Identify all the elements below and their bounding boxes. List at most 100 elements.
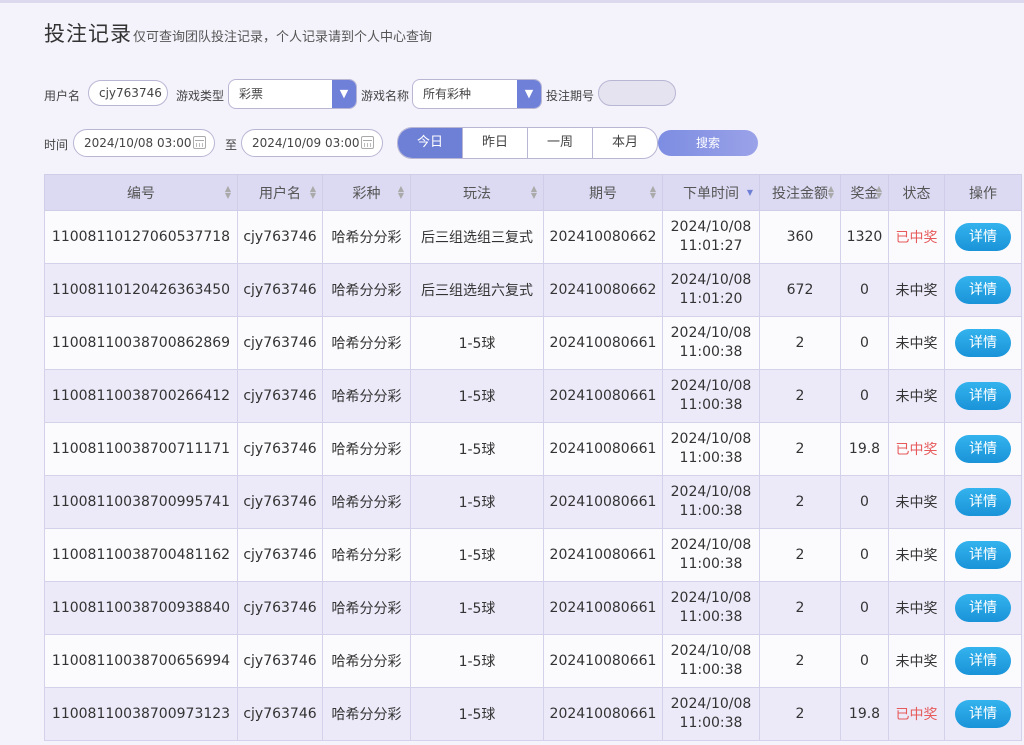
sort-icon[interactable]: ▲ ▼	[650, 185, 656, 200]
column-header-prize[interactable]: 奖金 ▲ ▼	[840, 174, 889, 211]
detail-button[interactable]: 详情	[955, 382, 1011, 410]
cell-user: cjy763746	[237, 263, 323, 317]
tab-month[interactable]: 本月	[592, 128, 657, 158]
order-clock-time: 11:01:20	[679, 291, 743, 307]
end-time-value: 2024/10/09 03:00	[252, 136, 360, 150]
tab-yesterday[interactable]: 昨日	[462, 128, 527, 158]
period-input[interactable]	[598, 80, 676, 106]
cell-id: 11008110038700862869	[44, 316, 238, 370]
cell-id: 11008110120426363450	[44, 263, 238, 317]
chevron-down-icon[interactable]: ▼	[332, 80, 356, 108]
detail-button[interactable]: 详情	[955, 700, 1011, 728]
cell-period: 202410080661	[543, 475, 663, 529]
column-header-period[interactable]: 期号 ▲ ▼	[543, 174, 663, 211]
cell-prize: 1320	[840, 210, 889, 264]
cell-play: 1-5球	[410, 528, 544, 582]
cell-amount: 2	[759, 422, 841, 476]
column-header-amount[interactable]: 投注金额 ▲ ▼	[759, 174, 841, 211]
game-name-label: 游戏名称	[361, 89, 410, 103]
cell-period: 202410080661	[543, 369, 663, 423]
username-input[interactable]: cjy763746	[88, 80, 168, 106]
cell-user: cjy763746	[237, 581, 323, 635]
column-header-lottery[interactable]: 彩种 ▲ ▼	[322, 174, 411, 211]
detail-button[interactable]: 详情	[955, 488, 1011, 516]
cell-user: cjy763746	[237, 528, 323, 582]
cell-play: 后三组选组三复式	[410, 210, 544, 264]
cell-lottery: 哈希分分彩	[322, 634, 411, 688]
game-type-select[interactable]: 彩票 ▼	[228, 79, 357, 109]
cell-prize: 0	[840, 475, 889, 529]
cell-status: 未中奖	[888, 475, 945, 529]
cell-play: 后三组选组六复式	[410, 263, 544, 317]
sort-icon[interactable]: ▲ ▼	[828, 185, 834, 200]
detail-button[interactable]: 详情	[955, 329, 1011, 357]
status-text: 未中奖	[895, 283, 938, 299]
cell-status: 已中奖	[888, 687, 945, 741]
order-clock-time: 11:01:27	[679, 238, 743, 254]
cell-period: 202410080662	[543, 263, 663, 317]
cell-action: 详情	[944, 687, 1022, 741]
cell-amount: 2	[759, 687, 841, 741]
cell-user: cjy763746	[237, 687, 323, 741]
cell-order-time: 2024/10/08 11:01:27	[662, 210, 760, 264]
cell-status: 未中奖	[888, 581, 945, 635]
tab-week[interactable]: 一周	[527, 128, 592, 158]
table-header-row: 编号 ▲ ▼ 用户名 ▲ ▼ 彩种 ▲ ▼ 玩法 ▲ ▼ 期号 ▲ ▼ 下单时间 ▼ 投注金额 ▲ ▼ 奖…	[44, 174, 1022, 211]
cell-action: 详情	[944, 475, 1022, 529]
cell-period: 202410080661	[543, 687, 663, 741]
cell-lottery: 哈希分分彩	[322, 475, 411, 529]
game-name-select[interactable]: 所有彩种 ▼	[412, 79, 542, 109]
detail-button[interactable]: 详情	[955, 223, 1011, 251]
chevron-down-icon[interactable]: ▼	[517, 80, 541, 108]
column-header-user[interactable]: 用户名 ▲ ▼	[237, 174, 323, 211]
status-text: 未中奖	[895, 336, 938, 352]
cell-play: 1-5球	[410, 316, 544, 370]
cell-period: 202410080662	[543, 210, 663, 264]
detail-button[interactable]: 详情	[955, 435, 1011, 463]
order-date: 2024/10/08	[670, 325, 752, 341]
cell-period: 202410080661	[543, 634, 663, 688]
calendar-icon[interactable]	[361, 136, 374, 149]
column-header-id[interactable]: 编号 ▲ ▼	[44, 174, 238, 211]
status-text: 已中奖	[895, 707, 938, 723]
order-date: 2024/10/08	[670, 537, 752, 553]
sort-icon[interactable]: ▲ ▼	[225, 185, 231, 200]
cell-id: 11008110038700266412	[44, 369, 238, 423]
cell-amount: 672	[759, 263, 841, 317]
end-time-input[interactable]: 2024/10/09 03:00	[241, 129, 383, 157]
order-clock-time: 11:00:38	[679, 556, 743, 572]
sort-icon[interactable]: ▲ ▼	[531, 185, 537, 200]
cell-order-time: 2024/10/08 11:00:38	[662, 316, 760, 370]
sort-icon[interactable]: ▲ ▼	[876, 185, 882, 200]
column-header-action: 操作	[944, 174, 1022, 211]
cell-id: 11008110038700938840	[44, 581, 238, 635]
detail-button[interactable]: 详情	[955, 594, 1011, 622]
cell-id: 11008110038700973123	[44, 687, 238, 741]
cell-amount: 2	[759, 581, 841, 635]
sort-icon[interactable]: ▲ ▼	[398, 185, 404, 200]
tab-today[interactable]: 今日	[398, 128, 462, 158]
cell-status: 未中奖	[888, 263, 945, 317]
top-border	[0, 0, 1024, 3]
start-time-input[interactable]: 2024/10/08 03:00	[73, 129, 215, 157]
calendar-icon[interactable]	[193, 136, 206, 149]
cell-user: cjy763746	[237, 475, 323, 529]
cell-period: 202410080661	[543, 316, 663, 370]
detail-button[interactable]: 详情	[955, 541, 1011, 569]
cell-amount: 2	[759, 316, 841, 370]
order-date: 2024/10/08	[670, 590, 752, 606]
sort-icon[interactable]: ▲ ▼	[310, 185, 316, 200]
column-header-order-time[interactable]: 下单时间 ▼	[662, 174, 760, 211]
detail-button[interactable]: 详情	[955, 276, 1011, 304]
cell-play: 1-5球	[410, 475, 544, 529]
search-button[interactable]: 搜索	[658, 130, 758, 156]
detail-button[interactable]: 详情	[955, 647, 1011, 675]
sort-desc-icon[interactable]: ▼	[747, 189, 753, 197]
cell-id: 11008110038700481162	[44, 528, 238, 582]
cell-order-time: 2024/10/08 11:00:38	[662, 687, 760, 741]
cell-amount: 2	[759, 475, 841, 529]
cell-user: cjy763746	[237, 369, 323, 423]
column-header-play[interactable]: 玩法 ▲ ▼	[410, 174, 544, 211]
table-row: 11008110038700656994 cjy763746 哈希分分彩 1-5球 20…	[44, 634, 1022, 688]
cell-order-time: 2024/10/08 11:00:38	[662, 528, 760, 582]
